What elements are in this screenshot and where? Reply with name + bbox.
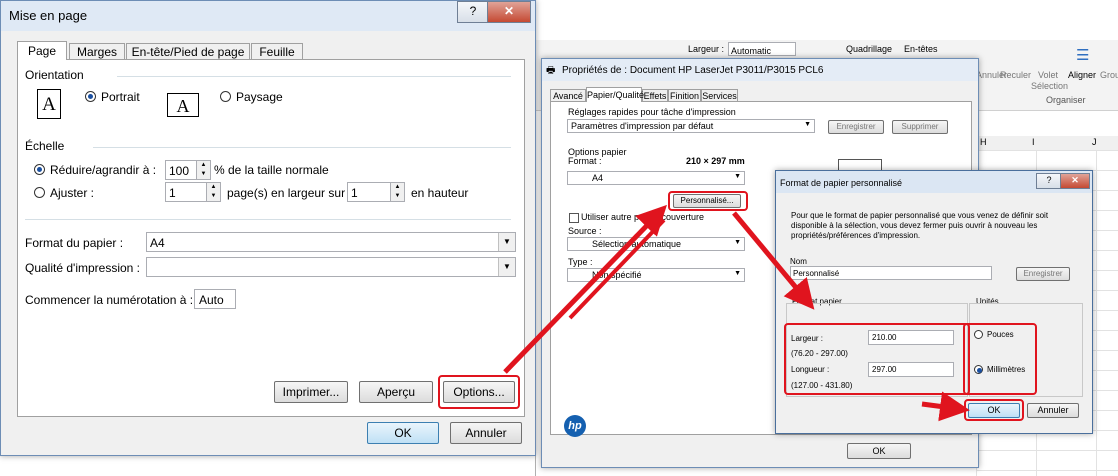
tab-papier-qualite[interactable]: Papier/Qualité bbox=[586, 87, 644, 102]
arrow-to-ok bbox=[921, 391, 970, 422]
annotation-arrows bbox=[503, 204, 970, 422]
tab-page[interactable]: Page bbox=[17, 41, 67, 60]
arrow-to-format-papier bbox=[732, 211, 815, 310]
arrow-to-personnalise bbox=[503, 204, 667, 374]
arrow-from-format-to-dims bbox=[568, 218, 666, 320]
